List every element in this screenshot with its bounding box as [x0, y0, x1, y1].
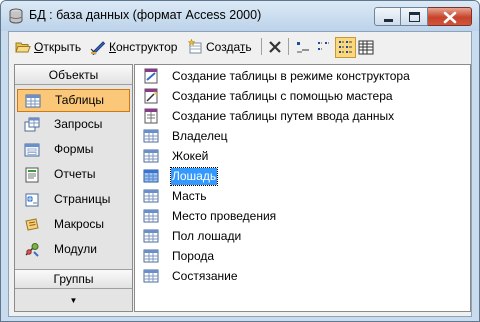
design-view-icon — [90, 40, 106, 55]
list-item-label: Масть — [172, 189, 207, 203]
shortcut-wizard-icon — [144, 88, 158, 104]
nav-item-label: Таблицы — [55, 93, 105, 107]
nav-item-label: Модули — [54, 242, 97, 256]
details-view-icon — [358, 40, 374, 55]
create-label: Создать — [206, 40, 252, 54]
database-icon — [9, 8, 23, 24]
nav-item-tables[interactable]: Таблицы — [17, 89, 130, 112]
design-button[interactable]: Конструктор — [90, 36, 177, 57]
nav-item-pages[interactable]: Страницы — [17, 189, 130, 212]
macro-icon — [25, 218, 39, 231]
large-icons-icon — [297, 42, 309, 53]
list-item-selected[interactable]: Лошадь — [135, 166, 470, 186]
list-view-icon — [339, 41, 352, 53]
list-view-button[interactable] — [335, 37, 356, 58]
title-bar[interactable]: БД : база данных (формат Access 2000) — [1, 1, 479, 31]
table-icon — [143, 169, 159, 183]
nav-item-label: Запросы — [54, 117, 103, 131]
close-button[interactable] — [428, 7, 472, 26]
list-item[interactable]: Владелец — [135, 126, 470, 146]
nav-item-label: Страницы — [54, 192, 111, 206]
groups-header[interactable]: Группы — [15, 269, 132, 289]
list-item-label: Создание таблицы путем ввода данных — [172, 109, 395, 123]
large-icons-button[interactable] — [293, 37, 314, 58]
table-icon — [143, 129, 159, 143]
report-icon — [25, 167, 39, 183]
list-item-label: Место проведения — [172, 209, 277, 223]
open-folder-icon — [15, 42, 31, 52]
query-icon — [24, 117, 40, 132]
nav-item-label: Отчеты — [54, 167, 96, 181]
create-label-start: Созда — [206, 39, 240, 54]
nav-item-modules[interactable]: Модули — [17, 239, 130, 262]
groups-expand-button[interactable]: ▼ — [15, 290, 132, 311]
shortcut-design-icon — [144, 68, 158, 84]
list-item-label: Создание таблицы с помощью мастера — [172, 89, 393, 103]
nav-item-label: Макросы — [54, 217, 105, 231]
table-icon — [143, 149, 159, 163]
database-window: БД : база данных (формат Access 2000) От… — [0, 0, 480, 322]
toolbar-separator — [261, 38, 262, 55]
design-label: Конструктор — [109, 40, 177, 54]
nav-item-label: Формы — [54, 142, 94, 156]
list-item-label: Владелец — [172, 129, 228, 143]
nav-item-reports[interactable]: Отчеты — [17, 164, 130, 187]
list-item-label: Состязание — [172, 269, 238, 283]
design-label-rest: онструктор — [116, 39, 178, 54]
table-icon — [143, 249, 159, 263]
open-label-rest: ткрыть — [43, 39, 82, 54]
form-icon — [24, 143, 40, 157]
small-icons-button[interactable] — [314, 37, 335, 58]
new-object-icon — [187, 38, 202, 53]
nav-item-queries[interactable]: Запросы — [17, 114, 130, 137]
toolbar-separator — [288, 38, 289, 55]
maximize-icon — [409, 12, 420, 22]
toolbar: Открыть Конструктор Создать — [9, 32, 471, 62]
objects-header[interactable]: Объекты — [15, 65, 132, 85]
list-item[interactable]: Состязание — [135, 266, 470, 286]
list-item[interactable]: Создание таблицы в режиме конструктора — [135, 66, 470, 86]
list-item[interactable]: Создание таблицы с помощью мастера — [135, 86, 470, 106]
open-accel: О — [34, 39, 44, 54]
minimize-button[interactable] — [374, 7, 401, 26]
list-item[interactable]: Жокей — [135, 146, 470, 166]
table-icon — [143, 189, 159, 203]
design-accel: К — [109, 39, 116, 54]
create-button[interactable]: Создать — [187, 36, 252, 57]
nav-item-forms[interactable]: Формы — [17, 139, 130, 162]
list-item-label: Жокей — [172, 149, 209, 163]
list-item[interactable]: Место проведения — [135, 206, 470, 226]
maximize-button[interactable] — [401, 7, 428, 26]
details-view-button[interactable] — [356, 37, 377, 58]
close-icon — [443, 11, 457, 24]
list-item-label: Лошадь — [169, 167, 219, 186]
delete-x-icon — [269, 40, 281, 53]
list-item[interactable]: Создание таблицы путем ввода данных — [135, 106, 470, 126]
list-item-label: Пол лошади — [172, 229, 242, 243]
table-icon — [143, 269, 159, 283]
objects-pane: Объекты Таблицы Запросы Формы Отчеты Стр… — [14, 64, 133, 312]
list-item[interactable]: Масть — [135, 186, 470, 206]
nav-item-macros[interactable]: Макросы — [17, 214, 130, 237]
create-label-end: ь — [245, 39, 252, 54]
list-item-label: Создание таблицы в режиме конструктора — [172, 69, 410, 83]
list-item[interactable]: Порода — [135, 246, 470, 266]
list-item[interactable]: Пол лошади — [135, 226, 470, 246]
open-label: Открыть — [34, 40, 81, 54]
object-list: Создание таблицы в режиме конструктора С… — [134, 64, 471, 312]
delete-button[interactable] — [267, 36, 283, 57]
small-icons-icon — [318, 42, 330, 50]
chevron-down-icon: ▼ — [69, 296, 78, 305]
table-icon — [143, 229, 159, 243]
module-icon — [25, 243, 39, 257]
table-icon — [143, 209, 159, 223]
database-client-area: Открыть Конструктор Создать Объекты Табл… — [8, 31, 472, 317]
open-button[interactable]: Открыть — [15, 36, 81, 57]
minimize-icon — [384, 19, 393, 22]
window-title: БД : база данных (формат Access 2000) — [29, 8, 262, 22]
shortcut-entry-icon — [144, 108, 158, 124]
page-icon — [25, 193, 39, 207]
table-icon — [25, 94, 41, 108]
list-item-label: Порода — [172, 249, 215, 263]
